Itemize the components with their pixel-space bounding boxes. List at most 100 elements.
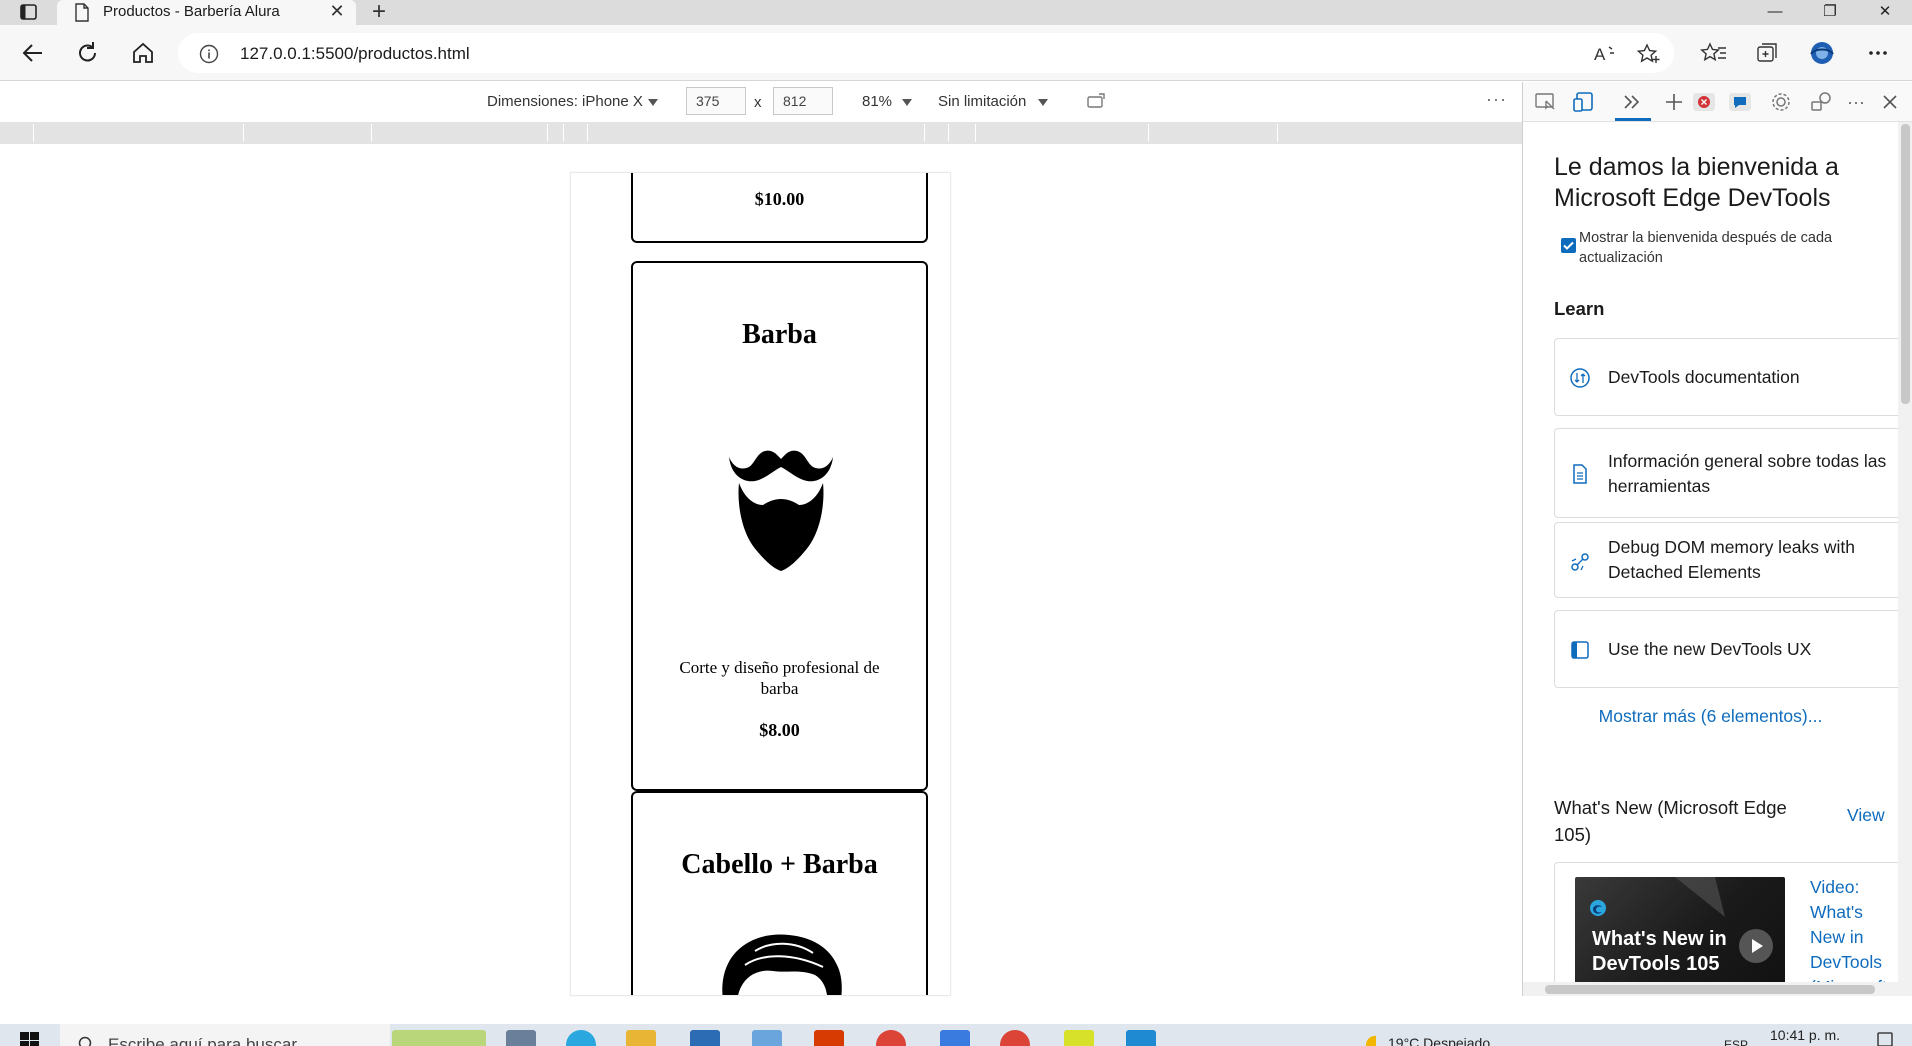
learn-item-new-ux[interactable]: Use the new DevTools UX	[1554, 610, 1898, 688]
edge-logo-icon	[1589, 899, 1607, 917]
weather-text[interactable]: 19°C Despejado	[1388, 1035, 1490, 1046]
close-tab-icon[interactable]: ✕	[327, 1, 347, 21]
minimize-icon[interactable]: —	[1752, 0, 1798, 25]
video-thumbnail[interactable]: What's New in DevTools 105	[1575, 877, 1785, 982]
device-screen: $10.00 Barba Corte y diseño profesional …	[570, 172, 951, 996]
more-options-icon[interactable]: ···	[1486, 89, 1507, 110]
show-more-link[interactable]: Mostrar más (6 elementos)...	[1523, 706, 1898, 727]
site-info-icon[interactable]	[199, 44, 219, 64]
zoom-select[interactable]: 81%	[862, 93, 892, 110]
welcome-checkbox[interactable]	[1561, 238, 1576, 253]
whats-new-view-link[interactable]: View	[1847, 805, 1885, 826]
beard-icon	[727, 433, 835, 573]
weather-icon[interactable]	[1362, 1032, 1380, 1046]
chevron-down-icon[interactable]	[648, 99, 658, 106]
rotate-icon[interactable]	[1085, 91, 1107, 113]
learn-item-label: DevTools documentation	[1608, 367, 1800, 387]
close-devtools-icon[interactable]	[1877, 90, 1903, 114]
width-input[interactable]: 375	[686, 87, 746, 115]
whats-new-heading: What's New (Microsoft Edge 105)	[1554, 797, 1787, 845]
taskbar-search[interactable]: Escribe aquí para buscar	[60, 1024, 390, 1046]
scrollbar-thumb[interactable]	[1545, 985, 1875, 994]
reload-icon[interactable]	[73, 39, 103, 67]
devtools-toolbar: ···	[1523, 82, 1912, 122]
dom-leak-icon	[1569, 551, 1591, 573]
file-explorer-icon[interactable]	[626, 1030, 656, 1046]
learn-item-detached-elements[interactable]: Debug DOM memory leaks with Detached Ele…	[1554, 522, 1898, 598]
photos-icon[interactable]	[752, 1030, 782, 1046]
media-query-ruler[interactable]	[0, 122, 1522, 144]
welcome-panel: Le damos la bienvenida a Microsoft Edge …	[1523, 122, 1898, 982]
vscode-icon[interactable]	[1126, 1030, 1156, 1046]
address-bar[interactable]: 127.0.0.1:5500/productos.html A	[178, 33, 1674, 73]
tab-strip: Productos - Barbería Alura ✕ + — ❐ ✕	[0, 0, 1912, 25]
learn-item-overview[interactable]: Información general sobre todas las herr…	[1554, 428, 1898, 518]
issues-icon[interactable]	[1727, 90, 1753, 114]
learn-item-label: Debug DOM memory leaks with Detached Ele…	[1608, 537, 1856, 582]
more-options-icon[interactable]: ···	[1843, 90, 1869, 114]
video-link[interactable]: Video: What's New in DevTools (Microsoft	[1810, 875, 1898, 982]
welcome-checkbox-label[interactable]: Mostrar la bienvenida después de cada ac…	[1579, 228, 1869, 268]
whats-new-video-card[interactable]: What's New in DevTools 105 Video: What's…	[1554, 862, 1898, 982]
learn-item-label: Información general sobre todas las herr…	[1608, 451, 1887, 496]
search-highlight-icon[interactable]	[392, 1030, 486, 1046]
mail-icon[interactable]	[690, 1030, 720, 1046]
clock[interactable]: 10:41 p. m.	[1770, 1027, 1840, 1043]
hair-icon	[715, 931, 849, 995]
back-icon[interactable]	[18, 39, 48, 67]
restore-icon[interactable]: ❐	[1807, 0, 1853, 25]
task-view-icon[interactable]	[506, 1030, 536, 1046]
product-card: Barba Corte y diseño profesional de barb…	[631, 261, 928, 791]
scrollbar-thumb[interactable]	[1901, 124, 1910, 404]
close-window-icon[interactable]: ✕	[1862, 0, 1908, 25]
read-aloud-icon[interactable]: A	[1592, 43, 1618, 65]
welcome-title: Le damos la bienvenida a Microsoft Edge …	[1554, 153, 1839, 212]
url-text[interactable]: 127.0.0.1:5500/productos.html	[240, 44, 470, 64]
learn-item-documentation[interactable]: DevTools documentation	[1554, 338, 1898, 416]
more-tabs-icon[interactable]	[1619, 90, 1645, 114]
dimensions-select[interactable]: Dimensiones: iPhone X	[487, 93, 643, 110]
taskbar-search-placeholder: Escribe aquí para buscar	[108, 1035, 297, 1046]
play-icon[interactable]	[1739, 929, 1773, 963]
height-input[interactable]: 812	[773, 87, 833, 115]
edge-taskbar-icon[interactable]	[566, 1030, 596, 1046]
add-favorite-icon[interactable]	[1636, 43, 1662, 65]
chevron-down-icon[interactable]	[1038, 99, 1048, 106]
profile-avatar[interactable]	[1808, 41, 1836, 65]
throttle-select[interactable]: Sin limitación	[938, 93, 1026, 110]
settings-more-icon[interactable]	[1864, 41, 1892, 65]
tab-title: Productos - Barbería Alura	[103, 3, 280, 20]
browser-tab[interactable]: Productos - Barbería Alura ✕	[57, 0, 356, 25]
inspect-icon[interactable]	[1533, 90, 1559, 114]
dimension-separator: x	[754, 94, 762, 111]
vertical-scrollbar[interactable]	[1898, 122, 1912, 982]
product-description: Corte y diseño profesional de barba	[679, 658, 880, 698]
home-icon[interactable]	[128, 39, 158, 67]
document-icon	[1569, 463, 1591, 485]
connect-icon[interactable]	[1809, 90, 1835, 114]
notifications-icon[interactable]	[1876, 1032, 1894, 1046]
documentation-icon	[1569, 367, 1591, 389]
chevron-down-icon[interactable]	[902, 99, 912, 106]
new-tab-icon[interactable]: +	[366, 0, 392, 25]
device-emulation-icon[interactable]	[1572, 90, 1598, 114]
app-icon[interactable]	[1064, 1030, 1094, 1046]
windows-start-icon[interactable]	[20, 1032, 40, 1046]
add-tab-icon[interactable]	[1661, 90, 1687, 114]
language-indicator[interactable]: ESP	[1724, 1038, 1748, 1046]
settings-icon[interactable]	[1768, 90, 1794, 114]
horizontal-scrollbar[interactable]	[1523, 982, 1912, 996]
collections-icon[interactable]	[1754, 41, 1782, 65]
chrome-icon[interactable]	[876, 1030, 906, 1046]
todo-icon[interactable]	[940, 1030, 970, 1046]
device-toolbar: Dimensiones: iPhone X 375 x 812 81% Sin …	[0, 82, 1522, 122]
errors-icon[interactable]	[1691, 90, 1717, 114]
devtools-panel: ··· Le damos la bienvenida a Microsoft E…	[1522, 82, 1912, 996]
tab-actions-icon[interactable]	[14, 3, 42, 23]
chrome-profile-icon[interactable]	[1000, 1030, 1030, 1046]
emulated-viewport: $10.00 Barba Corte y diseño profesional …	[0, 144, 1522, 996]
product-title: Barba	[742, 319, 817, 350]
office-icon[interactable]	[814, 1030, 844, 1046]
svg-text:A: A	[1594, 45, 1606, 64]
favorites-icon[interactable]	[1700, 41, 1728, 65]
